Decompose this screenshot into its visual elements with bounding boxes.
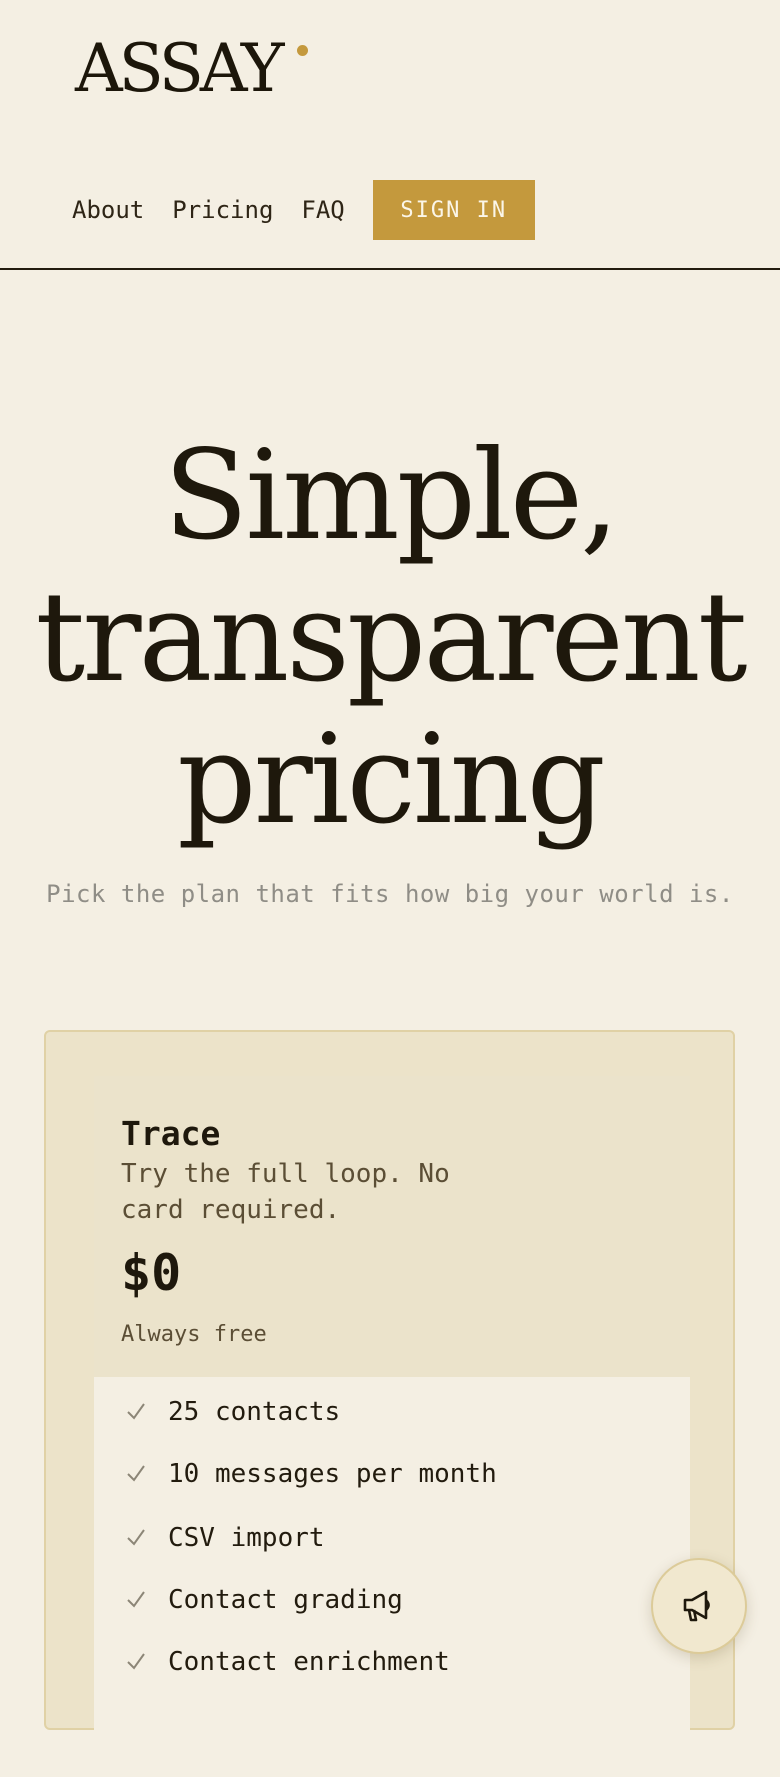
check-icon: [127, 1403, 145, 1420]
feature-label: Contact enrichment: [168, 1647, 450, 1677]
feedback-button[interactable]: [651, 1558, 747, 1654]
feature-label: Contact grading: [168, 1585, 403, 1615]
pricing-card-trace: Trace Try the full loop. No card require…: [44, 1030, 735, 1777]
page-title-line-1: Simple,: [163, 424, 619, 568]
feature-label: 25 contacts: [168, 1397, 341, 1427]
nav-link-pricing[interactable]: Pricing: [172, 196, 273, 224]
megaphone-icon: [683, 1590, 710, 1622]
check-icon: [127, 1465, 145, 1482]
main-nav: About Pricing FAQ SIGN IN: [72, 180, 535, 240]
plan-price-note: Always free: [121, 1322, 267, 1347]
sign-in-button[interactable]: SIGN IN: [372, 180, 535, 240]
nav-link-faq[interactable]: FAQ: [301, 196, 344, 224]
feature-label: 10 messages per month: [168, 1459, 497, 1489]
check-icon: [127, 1653, 145, 1670]
site-header: ASSAY About Pricing FAQ SIGN IN: [0, 0, 780, 270]
nav-link-about[interactable]: About: [72, 196, 144, 224]
plan-name: Trace: [121, 1114, 221, 1153]
page-title-line-2: transparent: [35, 566, 747, 710]
feature-label: CSV import: [168, 1523, 325, 1553]
plan-price: $0: [121, 1244, 182, 1302]
logo[interactable]: ASSAY: [75, 36, 284, 102]
logo-dot: [297, 45, 308, 56]
check-icon: [127, 1591, 145, 1608]
page-title: Simple, transparent pricing: [0, 425, 780, 851]
plan-description: Try the full loop. No card required.: [121, 1159, 450, 1225]
feature-list: 25 contacts 10 messages per month CSV im…: [94, 1377, 690, 1777]
page-title-line-3: pricing: [177, 708, 606, 852]
check-icon: [127, 1529, 145, 1546]
page-subtitle: Pick the plan that fits how big your wor…: [46, 880, 734, 908]
